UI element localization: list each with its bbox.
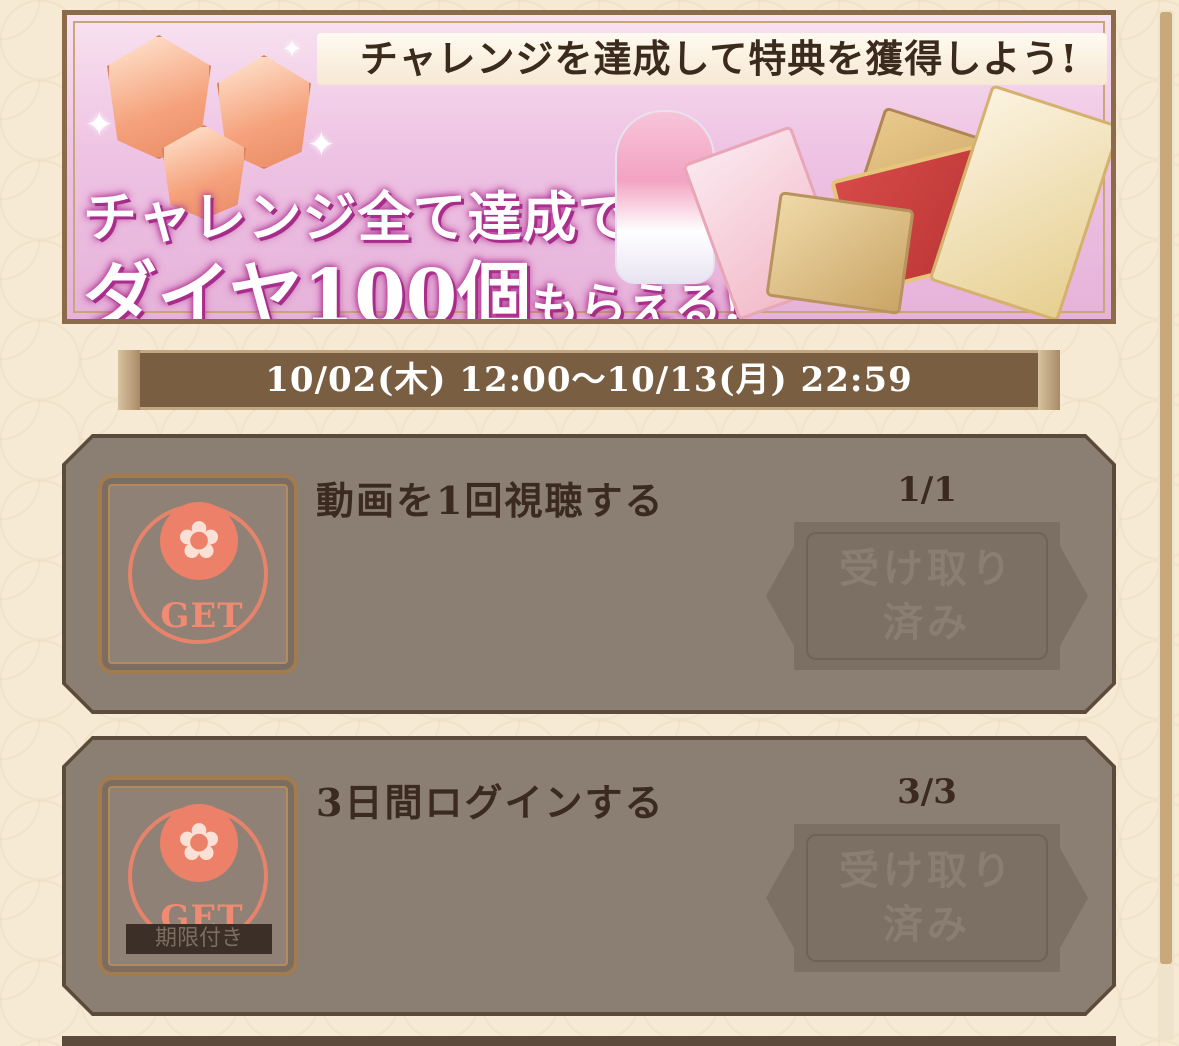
compact-illustration xyxy=(765,191,915,315)
sparkle-icon: ✦ xyxy=(85,105,114,145)
challenge-card: ✿ GET 動画を1回視聴する 1/1 受け取り 済み xyxy=(62,434,1116,714)
claimed-button[interactable]: 受け取り 済み xyxy=(766,824,1088,972)
claimed-button[interactable]: 受け取り 済み xyxy=(766,522,1088,670)
claimed-label: 受け取り 済み xyxy=(839,545,1015,646)
scrollbar[interactable] xyxy=(1158,10,1174,1040)
limited-time-tag: 期限付き xyxy=(126,924,272,954)
scrollbar-thumb[interactable] xyxy=(1160,12,1172,964)
sparkle-icon: ✦ xyxy=(307,125,336,165)
challenge-banner: ✦ ✦ ✦ チャレンジを達成して特典を獲得しよう! チャレンジ全て達成で ダイヤ… xyxy=(62,10,1116,324)
plum-blossom-icon: ✿ xyxy=(160,502,238,580)
challenge-card: ✿ GET 期限付き 3日間ログインする 3/3 受け取り 済み xyxy=(62,736,1116,1016)
event-period-text: 10/02(木) 12:00〜10/13(月) 22:59 xyxy=(265,360,913,400)
reward-suffix: もらえる! xyxy=(531,278,743,324)
sparkle-icon: ✦ xyxy=(282,35,303,63)
challenge-progress: 3/3 xyxy=(897,772,957,812)
reward-icon: ✿ GET 期限付き xyxy=(98,776,298,976)
challenge-title: 動画を1回視聴する xyxy=(316,478,665,523)
get-badge: GET xyxy=(160,596,244,636)
claimed-label: 受け取り 済み xyxy=(839,847,1015,948)
challenge-title: 3日間ログインする xyxy=(316,780,665,825)
next-challenge-card-edge xyxy=(62,1036,1116,1046)
reward-icon: ✿ GET xyxy=(98,474,298,674)
banner-subtitle: チャレンジを達成して特典を獲得しよう! xyxy=(359,36,1079,81)
event-period-bar: 10/02(木) 12:00〜10/13(月) 22:59 xyxy=(118,350,1060,410)
challenge-progress: 1/1 xyxy=(897,470,957,510)
reward-amount: ダイヤ100個 xyxy=(83,254,532,324)
plum-blossom-icon: ✿ xyxy=(160,804,238,882)
